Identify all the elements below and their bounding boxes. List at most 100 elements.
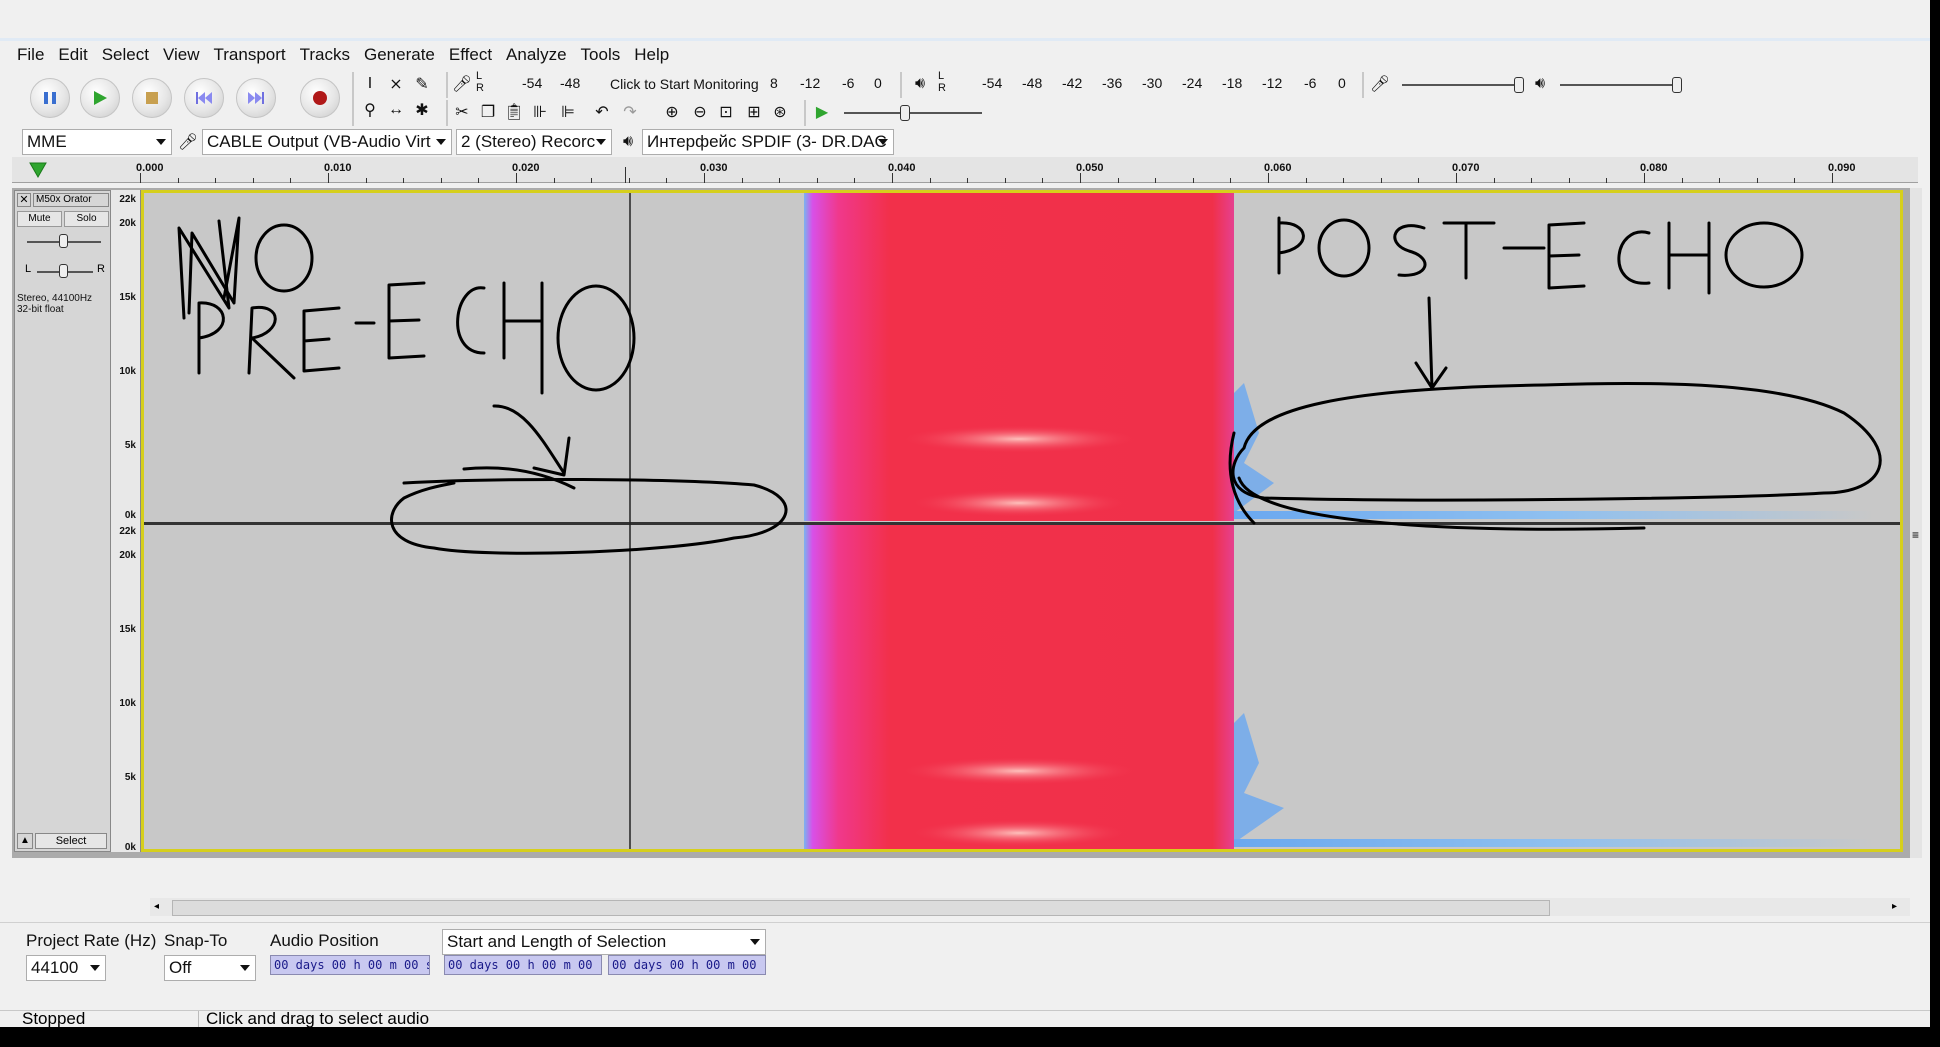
rec-meter-tick: -12 [800, 75, 821, 91]
ruler-minor-tick [1756, 178, 1758, 183]
chevron-down-icon [596, 139, 606, 145]
playback-meter-toolbar[interactable]: 🔊︎ L R -54 -48 -42 -36 -30 -24 -18 -12 -… [900, 70, 1360, 98]
menu-transport[interactable]: Transport [207, 41, 293, 68]
skip-to-end-button[interactable] [236, 78, 276, 118]
zoom-in-icon[interactable]: ⊕ [660, 100, 684, 124]
track-name-menu[interactable]: M50x Orator [33, 193, 109, 207]
draw-tool-icon[interactable]: ✎ [410, 72, 434, 96]
mixer-toolbar: 🎤︎ 🔊︎ [1362, 72, 1682, 98]
spectrogram-view[interactable] [141, 190, 1903, 852]
recording-meter-toolbar[interactable]: 🎤︎ L R -54 -48 Click to Start Monitoring… [446, 70, 890, 98]
scroll-left-icon[interactable]: ◂ [154, 901, 159, 912]
playback-volume-slider[interactable] [1560, 84, 1678, 86]
play-meter-tick: -12 [1262, 75, 1283, 91]
audio-position-control[interactable]: 00 days 00 h 00 m 00 s [270, 955, 430, 975]
multi-tool-icon[interactable]: ✱ [410, 98, 434, 122]
snap-to-select[interactable]: Off [164, 955, 256, 981]
frequency-tick: 22k [119, 526, 136, 537]
play-button[interactable] [80, 78, 120, 118]
skip-to-start-button[interactable] [184, 78, 224, 118]
start-monitoring-prompt[interactable]: Click to Start Monitoring [610, 76, 759, 92]
play-at-speed-icon[interactable]: ▶ [810, 100, 834, 124]
ruler-minor-tick [854, 178, 856, 183]
track-close-button[interactable]: ✕ [17, 193, 31, 207]
fit-project-icon[interactable]: ⊞ [742, 100, 766, 124]
fit-selection-icon[interactable]: ⊡ [714, 100, 738, 124]
menu-select[interactable]: Select [95, 41, 156, 68]
menu-tracks[interactable]: Tracks [293, 41, 357, 68]
collapse-track-button[interactable]: ▲ [17, 833, 33, 849]
mute-button[interactable]: Mute [17, 211, 62, 227]
play-meter-tick: -48 [1022, 75, 1043, 91]
menu-effect[interactable]: Effect [442, 41, 499, 68]
speed-slider[interactable] [844, 112, 982, 114]
menu-file[interactable]: File [10, 41, 51, 68]
recording-volume-slider[interactable] [1402, 84, 1520, 86]
speaker-icon[interactable]: 🔊︎ [908, 72, 932, 96]
menu-tools[interactable]: Tools [574, 41, 628, 68]
rec-meter-tick: -54 [522, 75, 543, 91]
cut-icon[interactable]: ✂ [450, 100, 474, 124]
skip-end-icon [248, 92, 264, 104]
play-meter-tick: -30 [1142, 75, 1163, 91]
menu-analyze[interactable]: Analyze [499, 41, 573, 68]
menu-view[interactable]: View [156, 41, 207, 68]
slider-thumb[interactable] [59, 264, 68, 278]
timeline-ruler[interactable]: 0.000 0.010 0.020 0.030 0.040 0.050 0.060 0.070… [12, 157, 1918, 183]
record-button[interactable] [300, 78, 340, 118]
resize-grip-icon[interactable]: ≡ [1912, 528, 1919, 542]
ruler-tick [1080, 173, 1081, 183]
playback-device-select[interactable]: Интерфейс SPDIF (3- DR.DAC [642, 129, 894, 155]
ruler-minor-tick [252, 178, 254, 183]
paste-icon[interactable]: 📋︎ [502, 100, 526, 124]
slider-thumb[interactable] [1672, 77, 1682, 93]
play-meter-tick: -18 [1222, 75, 1243, 91]
trim-icon[interactable]: ⊪ [528, 100, 552, 124]
silence-icon[interactable]: ⊫ [556, 100, 580, 124]
selection-mode-select[interactable]: Start and Length of Selection [442, 929, 766, 955]
copy-icon[interactable]: ❐ [476, 100, 500, 124]
frequency-tick: 20k [119, 218, 136, 229]
play-head-icon[interactable] [28, 160, 48, 180]
rec-meter-tick: -6 [842, 75, 855, 91]
zoom-tool-icon[interactable]: ⚲ [358, 98, 382, 122]
play-meter-tick: -54 [982, 75, 1003, 91]
recording-device-select[interactable]: CABLE Output (VB-Audio Virt [202, 129, 452, 155]
undo-icon[interactable]: ↶ [590, 100, 614, 124]
ruler-minor-tick [553, 178, 555, 183]
solo-button[interactable]: Solo [64, 211, 109, 227]
zoom-out-icon[interactable]: ⊖ [688, 100, 712, 124]
ruler-minor-tick [1681, 178, 1683, 183]
slider-thumb[interactable] [900, 105, 910, 121]
pause-button[interactable] [30, 78, 70, 118]
vertical-scroll-track[interactable] [1910, 188, 1922, 858]
stop-button[interactable] [132, 78, 172, 118]
ruler-minor-tick [929, 178, 931, 183]
audio-host-select[interactable]: MME [22, 129, 172, 155]
menu-edit[interactable]: Edit [51, 41, 94, 68]
menu-help[interactable]: Help [627, 41, 676, 68]
slider-thumb[interactable] [59, 234, 68, 248]
redo-icon[interactable]: ↷ [618, 100, 642, 124]
frequency-tick: 0k [124, 842, 136, 853]
ruler-minor-tick [628, 178, 630, 183]
time-shift-tool-icon[interactable]: ↔ [384, 98, 408, 122]
microphone-icon[interactable]: 🎤︎ [450, 72, 474, 96]
play-meter-tick: -36 [1102, 75, 1123, 91]
speaker-icon: 🔊︎ [1534, 75, 1546, 92]
select-track-button[interactable]: Select [35, 833, 107, 849]
recording-channels-select[interactable]: 2 (Stereo) Recorc [456, 129, 612, 155]
scroll-right-icon[interactable]: ▸ [1892, 901, 1897, 912]
selection-tool-icon[interactable]: I [358, 72, 382, 96]
slider-thumb[interactable] [1514, 77, 1524, 93]
selection-length-control[interactable]: 00 days 00 h 00 m 00 s [608, 955, 766, 975]
project-rate-select[interactable]: 44100 [26, 955, 106, 981]
ruler-minor-tick [440, 178, 442, 183]
selection-start-control[interactable]: 00 days 00 h 00 m 00 s [444, 955, 602, 975]
audacity-window: File Edit Select View Transport Tracks G… [0, 0, 1930, 1027]
envelope-tool-icon[interactable]: ⨯ [384, 72, 408, 96]
horizontal-scroll-thumb[interactable] [172, 900, 1550, 916]
zoom-toggle-icon[interactable]: ⊛ [768, 100, 792, 124]
menu-generate[interactable]: Generate [357, 41, 442, 68]
project-rate-label: Project Rate (Hz) [26, 931, 157, 950]
